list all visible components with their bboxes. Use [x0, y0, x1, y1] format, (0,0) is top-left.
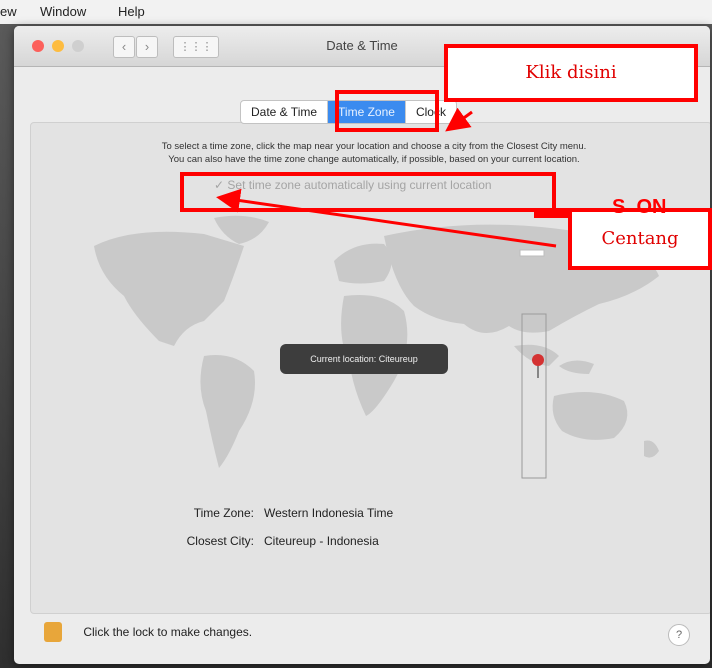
closest-city-label: Closest City: — [186, 534, 254, 548]
menu-item-window[interactable]: Window — [40, 4, 86, 19]
lock-row[interactable]: Click the lock to make changes. — [44, 622, 252, 642]
menu-item-help[interactable]: Help — [118, 4, 145, 19]
overlay-fragment-bar — [534, 208, 570, 218]
map-pin-icon — [532, 354, 544, 366]
menu-bar: ew Window Help — [0, 0, 712, 24]
help-button[interactable]: ? — [668, 624, 690, 646]
highlight-auto-timezone — [180, 172, 556, 212]
closest-city-value[interactable]: Citeureup - Indonesia — [264, 534, 379, 548]
highlight-time-zone-tab — [335, 90, 439, 132]
instructions-line-2: You can also have the time zone change a… — [168, 154, 580, 165]
lock-icon — [44, 622, 62, 642]
timezone-label: Time Zone: — [193, 506, 254, 520]
instructions-line-1: To select a time zone, click the map nea… — [161, 141, 587, 152]
help-icon: ? — [675, 629, 683, 641]
tab-date-time[interactable]: Date & Time — [241, 101, 329, 123]
instructions-text: To select a time zone, click the map nea… — [74, 140, 674, 166]
menu-item-view[interactable]: ew — [0, 4, 17, 19]
overlay-fragment-text: S ON — [612, 196, 667, 218]
timezone-value: Western Indonesia Time — [264, 506, 394, 520]
lock-text: Click the lock to make changes. — [83, 625, 253, 639]
callout-klik-disini: Klik disini — [444, 44, 698, 102]
current-location-tooltip: Current location: Citeureup — [280, 344, 448, 374]
